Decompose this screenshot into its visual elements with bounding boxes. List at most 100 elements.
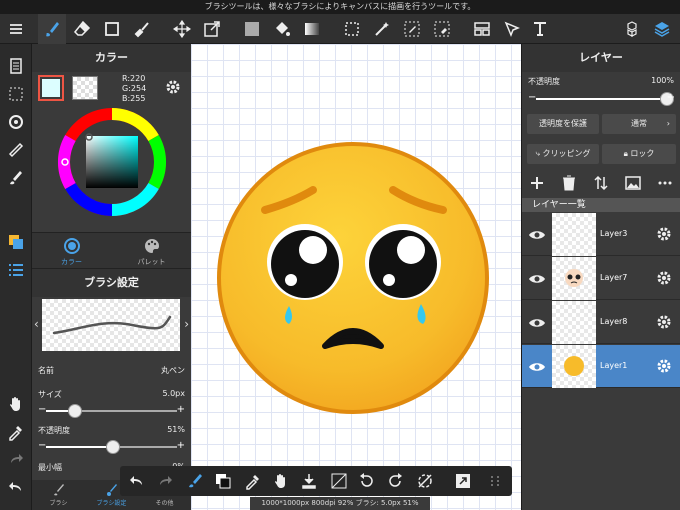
select-eraser-icon[interactable]	[428, 14, 456, 44]
more-icon[interactable]	[656, 174, 674, 192]
eyedropper-icon[interactable]	[0, 418, 32, 446]
text-select-icon[interactable]	[498, 14, 526, 44]
tooltip-bar: ブラシツールは、様々なブラシによりキャンバスに描画を行うツールです。	[0, 0, 680, 14]
reorder-icon[interactable]	[592, 174, 610, 192]
ruler-icon[interactable]	[468, 14, 496, 44]
opacity-slider[interactable]: − +	[38, 440, 185, 454]
color-tabs: カラー パレット	[32, 232, 191, 268]
eye-icon[interactable]	[528, 358, 546, 376]
layer-row[interactable]: Layer7	[522, 257, 680, 300]
selection-layer-icon[interactable]	[0, 80, 32, 108]
import-icon[interactable]	[300, 472, 318, 490]
size-plus-icon[interactable]: +	[177, 404, 185, 415]
menu-icon[interactable]	[2, 14, 30, 44]
color-panel: カラー R:220 G:254 B:255 カラー パレット	[32, 44, 191, 268]
tab-color[interactable]: カラー	[32, 233, 111, 269]
hand-icon[interactable]	[0, 390, 32, 418]
prev-brush-arrow-icon[interactable]: ‹	[34, 317, 39, 331]
bucket-icon[interactable]	[268, 14, 296, 44]
tab-other-label: その他	[155, 500, 174, 507]
rotate-right-icon[interactable]	[386, 472, 404, 490]
opacity-label: 不透明度	[38, 426, 70, 435]
size-slider[interactable]: − +	[38, 404, 185, 418]
brush-list-icon[interactable]	[0, 256, 32, 284]
gear-icon[interactable]	[164, 78, 182, 96]
rectangle-icon[interactable]	[98, 14, 126, 44]
text-icon[interactable]	[526, 14, 554, 44]
document-icon[interactable]	[0, 52, 32, 80]
protect-alpha-button[interactable]: 透明度を保護	[527, 114, 599, 134]
grip-icon[interactable]	[486, 472, 504, 490]
main-color-fill	[42, 79, 60, 97]
layer-row[interactable]: Layer3	[522, 213, 680, 256]
layer-icon[interactable]	[648, 14, 676, 44]
color-swap-icon[interactable]	[214, 472, 232, 490]
select-rect-icon[interactable]	[338, 14, 366, 44]
tab-palette[interactable]: パレット	[112, 233, 191, 269]
main-color-swatch[interactable]	[38, 75, 64, 101]
eye-icon[interactable]	[528, 226, 546, 244]
size-label: サイズ	[38, 390, 62, 399]
redo-side-icon[interactable]	[0, 446, 32, 474]
tab-color-label: カラー	[61, 258, 82, 266]
filter-brush-icon[interactable]	[0, 164, 32, 192]
gear-icon[interactable]	[655, 313, 673, 331]
magic-wand-icon[interactable]	[368, 14, 396, 44]
gear-icon[interactable]	[655, 269, 673, 287]
reset-rotation-icon[interactable]	[416, 472, 434, 490]
status-bar: 1000*1000px 800dpi 92% ブラシ: 5.0px 51%	[250, 497, 430, 510]
color-panel-toggle-icon[interactable]	[0, 228, 32, 256]
select-pen-icon[interactable]	[398, 14, 426, 44]
fill-color-icon[interactable]	[238, 14, 266, 44]
clear-icon[interactable]	[330, 472, 348, 490]
rotate-left-icon[interactable]	[358, 472, 376, 490]
size-slider-knob[interactable]	[67, 404, 82, 418]
color-wheel[interactable]	[56, 106, 168, 218]
opacity-plus-icon[interactable]: +	[177, 440, 185, 451]
layer-opacity-fill	[536, 98, 667, 100]
expand-icon[interactable]	[454, 472, 472, 490]
add-layer-icon[interactable]	[528, 174, 546, 192]
palette-icon	[144, 239, 159, 253]
lock-button[interactable]: 🔒︎ ロック	[602, 144, 676, 164]
trash-icon[interactable]	[560, 174, 578, 192]
rgb-g: G:254	[122, 84, 147, 93]
gradient-icon[interactable]	[298, 14, 326, 44]
rgb-b: B:255	[122, 94, 146, 103]
next-brush-arrow-icon[interactable]: ›	[184, 317, 189, 331]
undo-icon[interactable]	[128, 472, 146, 490]
clipping-label: クリッピング	[542, 149, 591, 158]
transform-icon[interactable]	[198, 14, 226, 44]
rotate-icon[interactable]	[0, 108, 32, 136]
layer-row[interactable]: Layer8	[522, 301, 680, 344]
sub-color-swatch[interactable]	[72, 76, 98, 100]
eye-icon[interactable]	[528, 314, 546, 332]
tab-brush[interactable]: ブラシ	[32, 480, 85, 510]
brush-tool-icon[interactable]	[186, 472, 204, 490]
eye-icon[interactable]	[528, 270, 546, 288]
undo-side-icon[interactable]	[0, 474, 32, 502]
eyedropper-tool-icon[interactable]	[244, 472, 262, 490]
ruler-side-icon[interactable]	[0, 136, 32, 164]
drawing-canvas[interactable]	[191, 44, 521, 510]
clipping-button[interactable]: ⤷ クリッピング	[527, 144, 599, 164]
image-icon[interactable]	[624, 174, 642, 192]
layer-name: Layer7	[600, 273, 628, 282]
hand-tool-icon[interactable]	[272, 472, 290, 490]
gear-icon[interactable]	[655, 225, 673, 243]
rgb-r: R:220	[122, 74, 146, 83]
opacity-slider-knob[interactable]	[105, 440, 120, 454]
gear-icon[interactable]	[655, 357, 673, 375]
layer-row-selected[interactable]: Layer1	[522, 345, 680, 388]
redo-icon[interactable]	[156, 472, 174, 490]
smudge-icon[interactable]	[128, 14, 156, 44]
material-icon[interactable]	[618, 14, 646, 44]
chevron-right-icon: ›	[666, 119, 670, 128]
layer-opacity-value: 100%	[651, 76, 674, 85]
blend-mode-button[interactable]: 通常 ›	[602, 114, 676, 134]
layer-opacity-plus-icon[interactable]: +	[667, 92, 675, 103]
brush-icon[interactable]	[38, 14, 66, 44]
eraser-icon[interactable]	[68, 14, 96, 44]
move-icon[interactable]	[168, 14, 196, 44]
layer-opacity-slider[interactable]: − +	[528, 92, 675, 106]
